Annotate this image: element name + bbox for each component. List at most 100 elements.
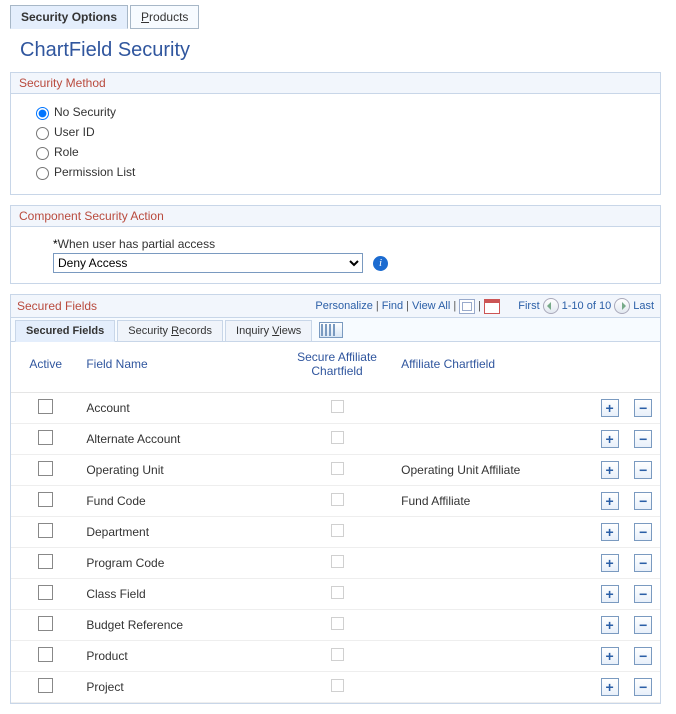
delete-row-button[interactable]: − [634, 430, 652, 448]
radio-input[interactable] [36, 127, 49, 140]
radio-role[interactable]: Role [31, 144, 640, 160]
affiliate-cell: Operating Unit Affiliate [395, 455, 593, 486]
add-row-button[interactable]: + [601, 616, 619, 634]
field-name-cell: Project [80, 672, 279, 703]
field-name-cell: Program Code [80, 548, 279, 579]
add-row-button[interactable]: + [601, 492, 619, 510]
subtab-secured-fields[interactable]: Secured Fields [15, 320, 115, 342]
active-checkbox[interactable] [38, 616, 53, 631]
secure-affiliate-checkbox[interactable] [331, 586, 344, 599]
secure-affiliate-checkbox[interactable] [331, 617, 344, 630]
secure-affiliate-checkbox[interactable] [331, 462, 344, 475]
row-range: 1-10 of 10 [562, 300, 612, 312]
tab-security-options[interactable]: Security Options [10, 5, 128, 29]
table-row: Product +− [11, 641, 660, 672]
radio-input[interactable] [36, 147, 49, 160]
active-checkbox[interactable] [38, 523, 53, 538]
secure-affiliate-checkbox[interactable] [331, 524, 344, 537]
radio-input[interactable] [36, 167, 49, 180]
active-checkbox[interactable] [38, 678, 53, 693]
page-tabs: Security Options Products [5, 5, 666, 29]
delete-row-button[interactable]: − [634, 585, 652, 603]
add-row-button[interactable]: + [601, 554, 619, 572]
security-method-header: Security Method [11, 73, 660, 94]
secure-affiliate-checkbox[interactable] [331, 648, 344, 661]
field-name-cell: Operating Unit [80, 455, 279, 486]
component-security-action-group: Component Security Action When user has … [10, 205, 661, 284]
tab-products[interactable]: Products [130, 5, 199, 29]
secure-affiliate-checkbox[interactable] [331, 431, 344, 444]
table-row: Project +− [11, 672, 660, 703]
radio-input[interactable] [36, 107, 49, 120]
active-checkbox[interactable] [38, 492, 53, 507]
zoom-icon[interactable] [484, 299, 500, 314]
personalize-link[interactable]: Personalize [315, 300, 372, 312]
add-row-button[interactable]: + [601, 430, 619, 448]
add-row-button[interactable]: + [601, 678, 619, 696]
secure-affiliate-checkbox[interactable] [331, 400, 344, 413]
affiliate-cell [395, 393, 593, 424]
active-checkbox[interactable] [38, 554, 53, 569]
prev-icon[interactable] [543, 298, 559, 314]
affiliate-cell [395, 424, 593, 455]
col-secure-affiliate[interactable]: Secure Affiliate Chartfield [279, 342, 395, 393]
table-row: Alternate Account+− [11, 424, 660, 455]
add-row-button[interactable]: + [601, 399, 619, 417]
table-row: Operating Unit Operating Unit Affiliate +− [11, 455, 660, 486]
delete-row-button[interactable]: − [634, 678, 652, 696]
delete-row-button[interactable]: − [634, 647, 652, 665]
secure-affiliate-checkbox[interactable] [331, 555, 344, 568]
add-row-button[interactable]: + [601, 585, 619, 603]
radio-label: Role [54, 145, 79, 159]
partial-access-select[interactable]: Deny Access [53, 253, 363, 273]
radio-permission-list[interactable]: Permission List [31, 164, 640, 180]
field-name-cell: Budget Reference [80, 610, 279, 641]
col-affiliate[interactable]: Affiliate Chartfield [395, 342, 593, 393]
delete-row-button[interactable]: − [634, 492, 652, 510]
col-field-name[interactable]: Field Name [80, 342, 279, 393]
add-row-button[interactable]: + [601, 523, 619, 541]
showall-icon[interactable] [319, 322, 343, 338]
radio-label: No Security [54, 105, 116, 119]
table-row: Budget Reference +− [11, 610, 660, 641]
last-label[interactable]: Last [633, 300, 654, 312]
viewall-link[interactable]: View All [412, 300, 450, 312]
field-name-cell: Product [80, 641, 279, 672]
table-row: Department +− [11, 517, 660, 548]
add-row-button[interactable]: + [601, 647, 619, 665]
affiliate-cell [395, 548, 593, 579]
field-name-cell: Department [80, 517, 279, 548]
grid-toolbar: Personalize| Find| View All| | First 1-1… [315, 298, 654, 314]
find-link[interactable]: Find [382, 300, 403, 312]
delete-row-button[interactable]: − [634, 523, 652, 541]
radio-user-id[interactable]: User ID [31, 124, 640, 140]
partial-access-label: When user has partial access [31, 237, 640, 251]
subtab-inquiry-views[interactable]: Inquiry Views [225, 320, 312, 342]
delete-row-button[interactable]: − [634, 399, 652, 417]
table-row: Fund CodeFund Affiliate+− [11, 486, 660, 517]
active-checkbox[interactable] [38, 585, 53, 600]
subtab-security-records[interactable]: Security Records [117, 320, 223, 342]
secure-affiliate-checkbox[interactable] [331, 679, 344, 692]
delete-row-button[interactable]: − [634, 554, 652, 572]
add-row-button[interactable]: + [601, 461, 619, 479]
col-active[interactable]: Active [11, 342, 80, 393]
secure-affiliate-checkbox[interactable] [331, 493, 344, 506]
active-checkbox[interactable] [38, 399, 53, 414]
table-row: Program Code +− [11, 548, 660, 579]
radio-no-security[interactable]: No Security [31, 104, 640, 120]
first-label[interactable]: First [518, 300, 539, 312]
active-checkbox[interactable] [38, 430, 53, 445]
active-checkbox[interactable] [38, 461, 53, 476]
secured-fields-grid: Secured Fields Personalize| Find| View A… [10, 294, 661, 704]
info-icon[interactable]: i [373, 256, 388, 271]
radio-label: Permission List [54, 165, 135, 179]
delete-row-button[interactable]: − [634, 616, 652, 634]
delete-row-button[interactable]: − [634, 461, 652, 479]
download-icon[interactable] [459, 299, 475, 314]
affiliate-cell [395, 641, 593, 672]
affiliate-cell: Fund Affiliate [395, 486, 593, 517]
radio-label: User ID [54, 125, 95, 139]
active-checkbox[interactable] [38, 647, 53, 662]
next-icon[interactable] [614, 298, 630, 314]
